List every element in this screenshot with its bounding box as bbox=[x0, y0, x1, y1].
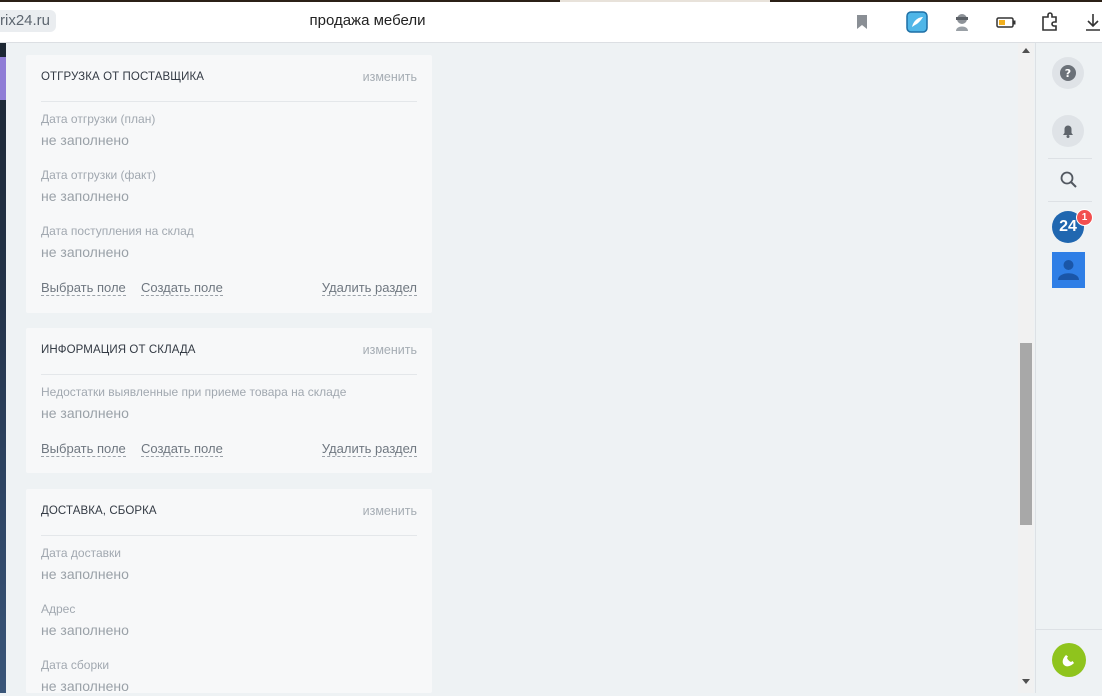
select-field-button[interactable]: Выбрать поле bbox=[41, 441, 126, 457]
field-value: не заполнено bbox=[41, 132, 129, 148]
address-bar-url[interactable]: rix24.ru bbox=[0, 10, 57, 32]
page-title: продажа мебели bbox=[309, 12, 426, 29]
section-edit-link[interactable]: изменить bbox=[363, 504, 417, 518]
user-avatar[interactable] bbox=[1052, 252, 1085, 288]
section-title: ДОСТАВКА, СБОРКА bbox=[41, 505, 157, 517]
field-shipment-date-fact[interactable]: Дата отгрузки (факт) не заполнено bbox=[41, 167, 417, 206]
scroll-down-arrow-icon[interactable] bbox=[1022, 679, 1030, 684]
field-assembly-date[interactable]: Дата сборки не заполнено bbox=[41, 657, 417, 696]
window-frame-line bbox=[0, 0, 1102, 2]
field-value: не заполнено bbox=[41, 244, 129, 260]
field-value: не заполнено bbox=[41, 622, 129, 638]
sidebar-divider bbox=[1048, 201, 1092, 202]
svg-text:?: ? bbox=[1065, 67, 1071, 80]
puzzle-extension-icon[interactable] bbox=[1039, 11, 1061, 33]
field-label: Адрес bbox=[41, 602, 76, 616]
notification-count-badge: 1 bbox=[1076, 209, 1093, 226]
field-label: Недостатки выявленные при приеме товара … bbox=[41, 385, 347, 399]
field-label: Дата поступления на склад bbox=[41, 224, 194, 238]
section-title: ОТГРУЗКА ОТ ПОСТАВЩИКА bbox=[41, 71, 205, 83]
scrollbar-thumb[interactable] bbox=[1020, 343, 1032, 525]
field-warehouse-defects[interactable]: Недостатки выявленные при приеме товара … bbox=[41, 384, 417, 423]
bookmark-icon[interactable] bbox=[851, 11, 873, 33]
sidebar-divider bbox=[1048, 158, 1092, 159]
help-button[interactable]: ? bbox=[1052, 57, 1084, 89]
field-warehouse-arrival-date[interactable]: Дата поступления на склад не заполнено bbox=[41, 223, 417, 262]
create-field-button[interactable]: Создать поле bbox=[141, 441, 223, 457]
left-menu-edge bbox=[0, 43, 6, 693]
field-value: не заполнено bbox=[41, 188, 129, 204]
battery-icon[interactable] bbox=[995, 11, 1017, 33]
download-icon[interactable] bbox=[1082, 11, 1102, 33]
notifications-button[interactable] bbox=[1052, 115, 1084, 147]
section-edit-link[interactable]: изменить bbox=[363, 343, 417, 357]
sidebar-divider bbox=[1036, 629, 1102, 630]
field-value: не заполнено bbox=[41, 405, 129, 421]
bird-extension-icon[interactable] bbox=[906, 11, 928, 33]
section-card-shipment: ОТГРУЗКА ОТ ПОСТАВЩИКА изменить Дата отг… bbox=[26, 55, 432, 313]
section-edit-link[interactable]: изменить bbox=[363, 70, 417, 84]
section-card-warehouse-info: ИНФОРМАЦИЯ ОТ СКЛАДА изменить Недостатки… bbox=[26, 328, 432, 473]
field-label: Дата отгрузки (план) bbox=[41, 112, 156, 126]
right-sidebar: ? 24 1 bbox=[1035, 43, 1102, 693]
field-label: Дата доставки bbox=[41, 546, 121, 560]
section-card-delivery-assembly: ДОСТАВКА, СБОРКА изменить Дата доставки … bbox=[26, 489, 432, 696]
help-icon: ? bbox=[1060, 65, 1076, 81]
search-icon[interactable] bbox=[1058, 169, 1080, 191]
section-header: ИНФОРМАЦИЯ ОТ СКЛАДА изменить bbox=[41, 328, 417, 375]
create-field-button[interactable]: Создать поле bbox=[141, 280, 223, 296]
field-shipment-date-plan[interactable]: Дата отгрузки (план) не заполнено bbox=[41, 111, 417, 150]
field-value: не заполнено bbox=[41, 678, 129, 694]
section-header: ДОСТАВКА, СБОРКА изменить bbox=[41, 489, 417, 536]
left-menu-active-marker bbox=[0, 57, 6, 100]
field-address[interactable]: Адрес не заполнено bbox=[41, 601, 417, 640]
page-scrollbar[interactable] bbox=[1018, 43, 1034, 693]
phone-icon bbox=[1062, 655, 1074, 667]
section-title: ИНФОРМАЦИЯ ОТ СКЛАДА bbox=[41, 344, 196, 356]
scroll-up-arrow-icon[interactable] bbox=[1022, 48, 1030, 53]
section-actions: Выбрать поле Создать поле Удалить раздел bbox=[41, 441, 417, 459]
call-button[interactable] bbox=[1052, 643, 1086, 677]
field-value: не заполнено bbox=[41, 566, 129, 582]
section-actions: Выбрать поле Создать поле Удалить раздел bbox=[41, 280, 417, 298]
user-icon bbox=[1058, 260, 1079, 280]
field-label: Дата отгрузки (факт) bbox=[41, 168, 156, 182]
select-field-button[interactable]: Выбрать поле bbox=[41, 280, 126, 296]
spy-extension-icon[interactable] bbox=[951, 11, 973, 33]
field-label: Дата сборки bbox=[41, 658, 110, 672]
delete-section-button[interactable]: Удалить раздел bbox=[321, 441, 417, 457]
browser-toolbar: rix24.ru продажа мебели bbox=[0, 0, 1102, 43]
field-delivery-date[interactable]: Дата доставки не заполнено bbox=[41, 545, 417, 584]
section-header: ОТГРУЗКА ОТ ПОСТАВЩИКА изменить bbox=[41, 55, 417, 102]
bell-icon bbox=[1063, 125, 1073, 138]
delete-section-button[interactable]: Удалить раздел bbox=[321, 280, 417, 296]
